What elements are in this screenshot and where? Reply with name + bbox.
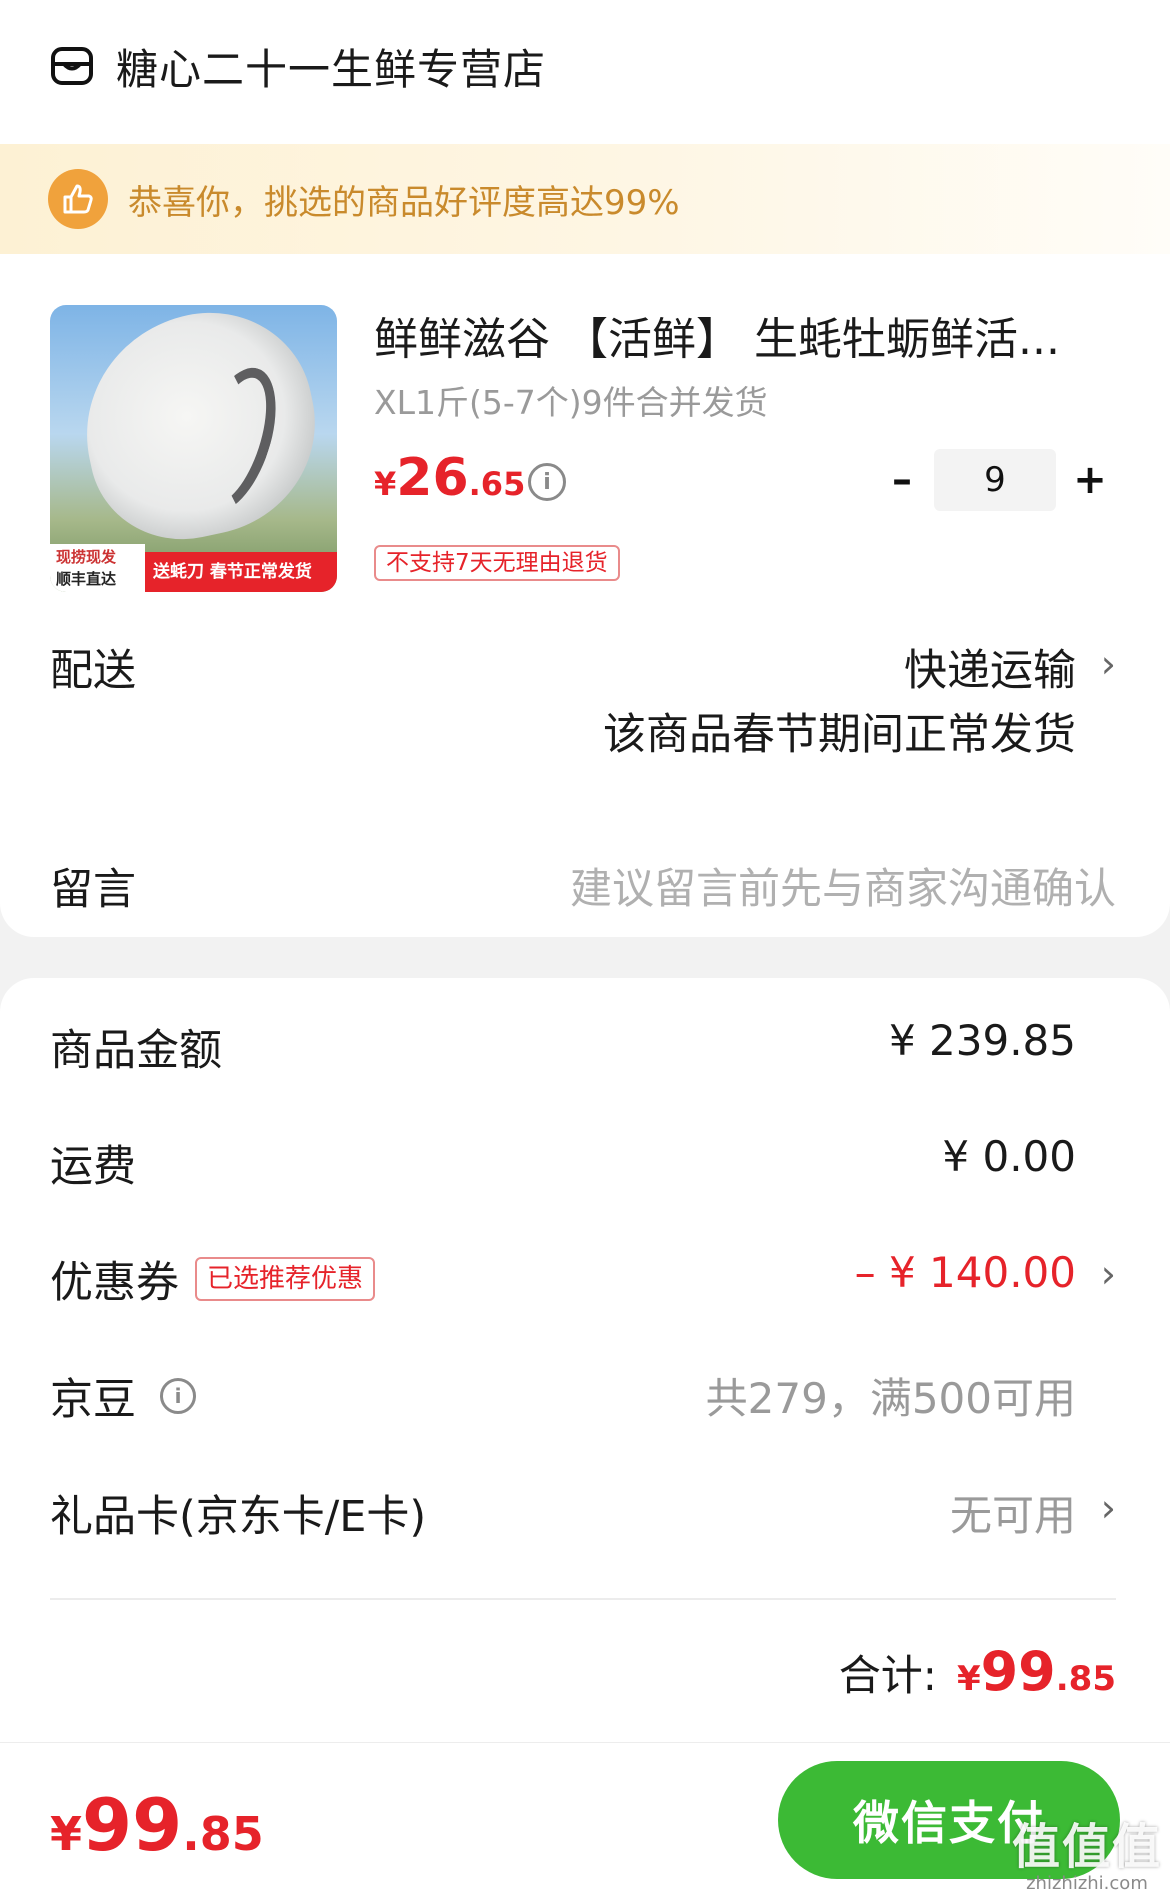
delivery-label: 配送	[50, 646, 136, 696]
info-icon[interactable]: i	[160, 1378, 196, 1414]
goods-amount-row: 商品金额 ¥ 239.85	[50, 1016, 1116, 1076]
beans-row: 京豆 i 共279，满500可用	[50, 1365, 1116, 1425]
price-decimal: .65	[468, 465, 526, 503]
watermark-url: zhizhizhi.com	[1026, 1873, 1148, 1894]
footer-decimal: .85	[182, 1807, 264, 1861]
total-integer: 99	[980, 1640, 1056, 1703]
total-decimal: .85	[1055, 1659, 1116, 1699]
footer-integer: 99	[82, 1783, 183, 1867]
message-input[interactable]: 建议留言前先与商家沟通确认	[570, 855, 1116, 916]
giftcard-label: 礼品卡(京东卡/E卡)	[50, 1492, 427, 1542]
goods-amount-value: ¥ 239.85	[888, 1016, 1076, 1065]
price-integer: 26	[396, 448, 469, 508]
order-card: 糖心二十一生鲜专营店 恭喜你，挑选的商品好评度高达99% 现捞现发 顺丰直达 送…	[0, 0, 1170, 937]
giftcard-value[interactable]: 无可用	[950, 1482, 1076, 1543]
shipping-value: ¥ 0.00	[942, 1132, 1076, 1181]
return-policy-tag: 不支持7天无理由退货	[374, 545, 620, 581]
total-label: 合计:	[838, 1651, 937, 1700]
rating-banner: 恭喜你，挑选的商品好评度高达99%	[0, 144, 1170, 254]
chevron-right-icon[interactable]: ›	[1101, 642, 1116, 686]
beans-label-group: 京豆 i	[50, 1365, 196, 1427]
quantity-increase-button[interactable]: +	[1070, 455, 1110, 505]
divider	[50, 1598, 1116, 1600]
giftcard-row[interactable]: 礼品卡(京东卡/E卡) 无可用 ›	[50, 1482, 1116, 1542]
store-name: 糖心二十一生鲜专营店	[116, 44, 547, 94]
shipping-label: 运费	[50, 1142, 136, 1192]
coupon-label: 优惠券	[50, 1258, 179, 1308]
chevron-right-icon[interactable]: ›	[1101, 1486, 1116, 1530]
store-header[interactable]: 糖心二十一生鲜专营店	[50, 36, 546, 96]
total-currency: ¥	[956, 1659, 981, 1699]
chevron-right-icon[interactable]: ›	[1101, 1252, 1116, 1296]
product-spec[interactable]: XL1斤(5-7个)9件合并发货	[374, 376, 768, 424]
image-tag-left-bottom: 顺丰直达	[56, 570, 117, 588]
coupon-value[interactable]: – ¥ 140.00	[855, 1248, 1076, 1297]
image-tag-left: 现捞现发 顺丰直达	[50, 544, 145, 592]
total-row: 合计: ¥ 99 .85	[839, 1640, 1116, 1703]
product-image[interactable]: 现捞现发 顺丰直达 送蚝刀 春节正常发货	[50, 305, 337, 592]
message-label: 留言	[50, 865, 136, 915]
banner-text: 恭喜你，挑选的商品好评度高达99%	[128, 182, 680, 223]
beans-label: 京豆	[50, 1375, 136, 1425]
image-tag-left-top: 现捞现发	[56, 548, 117, 566]
beans-value: 共279，满500可用	[705, 1374, 1076, 1423]
quantity-input[interactable]: 9	[934, 449, 1056, 511]
coupon-label-group: 优惠券 已选推荐优惠	[50, 1248, 376, 1310]
price-currency: ¥	[374, 465, 397, 503]
image-tag-right: 送蚝刀 春节正常发货	[145, 552, 337, 592]
footer-bar: ¥ 99 .85 微信支付 值值值 zhizhizhi.com	[0, 1742, 1170, 1902]
footer-total-price: ¥ 99 .85	[50, 1783, 264, 1867]
goods-amount-label: 商品金额	[50, 1026, 222, 1076]
footer-currency: ¥	[50, 1807, 83, 1861]
delivery-note: 该商品春节期间正常发货	[603, 710, 1076, 760]
total-price: ¥ 99 .85	[957, 1640, 1116, 1703]
watermark-logo: 值值值	[1011, 1819, 1162, 1875]
product-title[interactable]: 鲜鲜滋谷 【活鲜】 生蚝牡蛎鲜活...	[374, 303, 1094, 363]
shipping-row: 运费 ¥ 0.00	[50, 1132, 1116, 1192]
product-price: ¥ 26 .65	[374, 448, 525, 508]
thumbs-up-icon	[48, 169, 108, 229]
delivery-method[interactable]: 快递运输	[904, 636, 1076, 698]
store-icon	[51, 47, 93, 85]
coupon-tag: 已选推荐优惠	[195, 1257, 376, 1301]
watermark: 值值值 zhizhizhi.com	[1012, 1821, 1162, 1894]
checkout-page: 糖心二十一生鲜专营店 恭喜你，挑选的商品好评度高达99% 现捞现发 顺丰直达 送…	[0, 0, 1170, 1902]
info-icon[interactable]: i	[528, 463, 566, 501]
quantity-decrease-button[interactable]: –	[884, 455, 920, 505]
coupon-row[interactable]: 优惠券 已选推荐优惠 – ¥ 140.00 ›	[50, 1248, 1116, 1308]
